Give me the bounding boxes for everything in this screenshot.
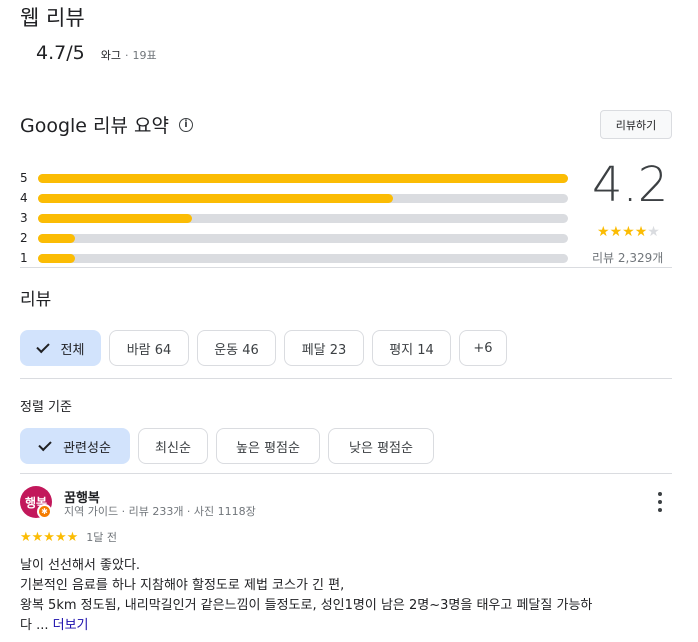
topic-chip[interactable]: 전체 [20, 330, 101, 366]
review-rating-row: ★★★★★ 1달 전 [20, 529, 117, 545]
web-reviews-title: 웹 리뷰 [20, 6, 85, 30]
sort-chip[interactable]: 높은 평점순 [216, 428, 320, 464]
rating-bar-fill [38, 233, 76, 243]
more-options-icon[interactable] [652, 492, 668, 512]
sort-chip-label: 높은 평점순 [236, 440, 300, 456]
sort-chip-label: 관련성순 [63, 440, 111, 456]
average-rating: 4.2 [592, 157, 669, 213]
topic-chip[interactable]: 운동 46 [197, 330, 276, 366]
reviewer-meta: 지역 가이드 · 리뷰 233개 · 사진 1118장 [64, 505, 256, 518]
rating-bar-fill [38, 253, 76, 263]
rating-bar-fill [38, 173, 568, 183]
reviews-heading: 리뷰 [20, 290, 52, 310]
rating-bar-track [38, 233, 568, 243]
sort-chip[interactable]: 최신순 [138, 428, 208, 464]
rating-bar-row[interactable]: 1 [20, 248, 568, 268]
review-date: 1달 전 [86, 531, 118, 544]
sort-chip-row: 관련성순 최신순 높은 평점순 낮은 평점순 [20, 428, 442, 464]
topic-chip[interactable]: +6 [459, 330, 507, 366]
info-icon[interactable]: i [179, 117, 194, 132]
sort-chip[interactable]: 관련성순 [20, 428, 130, 464]
topic-chip-label: 페달 23 [301, 342, 347, 358]
sort-chip-label: 최신순 [155, 440, 191, 456]
web-review-source[interactable]: 와그 [101, 47, 121, 63]
sort-chip-label: 낮은 평점순 [349, 440, 413, 456]
topic-chip-label: 전체 [60, 342, 85, 358]
rating-distribution: 5 4 3 2 1 [20, 168, 568, 268]
star-filled-icon: ★ [597, 224, 610, 240]
sort-chip[interactable]: 낮은 평점순 [328, 428, 434, 464]
review-text: 날이 선선해서 좋았다. 기본적인 음료를 하나 지참해야 할정도로 제법 코스… [20, 556, 680, 636]
web-review-votes: 19표 [132, 49, 157, 62]
topic-chip[interactable]: 평지 14 [372, 330, 451, 366]
rating-bar-row[interactable]: 5 [20, 168, 568, 188]
web-review-source-row[interactable]: 4.7/5 와그 · 19표 [36, 42, 157, 64]
rating-bar-label: 1 [20, 251, 28, 265]
local-guide-badge-icon: ✱ [37, 504, 52, 519]
web-review-score: 4.7/5 [36, 42, 85, 64]
review-line: 왕복 5km 정도됨, 내리막길인거 같은느낌이 들정도로, 성인1명이 남은 … [20, 598, 593, 613]
rating-bar-row[interactable]: 4 [20, 188, 568, 208]
rating-bar-row[interactable]: 2 [20, 228, 568, 248]
write-review-button[interactable]: 리뷰하기 [600, 110, 672, 139]
rating-bar-track [38, 173, 568, 183]
read-more-link[interactable]: 더보기 [53, 618, 89, 633]
separator-dot: · [124, 49, 129, 62]
topic-chip-label: 운동 46 [214, 342, 259, 358]
topic-chip-label: 바람 64 [126, 342, 172, 358]
rating-bar-row[interactable]: 3 [20, 208, 568, 228]
star-filled-icon: ★ [634, 224, 648, 240]
average-rating-stars: ★★★★★ [597, 224, 660, 240]
rating-bar-track [38, 213, 568, 223]
rating-bar-track [38, 193, 568, 203]
rating-bar-fill [38, 193, 394, 203]
divider [20, 473, 672, 474]
topic-chip[interactable]: 바람 64 [109, 330, 189, 366]
review-count-link[interactable]: 리뷰 2,329개 [592, 249, 663, 266]
divider [20, 378, 672, 379]
review-summary-heading: Google 리뷰 요약 i [20, 111, 194, 138]
topic-chip-row: 전체 바람 64 운동 46 페달 23 평지 14 +6 [20, 330, 515, 366]
review-line-last: 다 ... 더보기 [20, 616, 680, 636]
review-summary-title: Google 리뷰 요약 [20, 115, 170, 137]
rating-bar-label: 3 [20, 211, 28, 225]
check-icon [35, 339, 50, 353]
review-line: 다 ... [20, 618, 49, 633]
rating-bar-label: 4 [20, 191, 28, 205]
divider [20, 267, 672, 268]
check-icon [38, 437, 52, 451]
topic-chip[interactable]: 페달 23 [284, 330, 364, 366]
topic-chip-label: +6 [473, 340, 493, 356]
star-filled-icon: ★ [622, 224, 635, 240]
sort-label: 정렬 기준 [20, 400, 72, 415]
star-filled-icon: ★ [609, 224, 623, 240]
review-line: 기본적인 음료를 하나 지참해야 할정도로 제법 코스가 긴 편, [20, 578, 345, 593]
rating-bar-label: 2 [20, 231, 28, 245]
review-stars: ★★★★★ [20, 529, 79, 545]
rating-bar-track [38, 253, 568, 263]
rating-bar-fill [38, 213, 192, 223]
topic-chip-label: 평지 14 [389, 342, 434, 358]
star-empty-icon: ★ [647, 224, 660, 240]
review-line: 날이 선선해서 좋았다. [20, 558, 141, 573]
rating-bar-label: 5 [20, 171, 28, 185]
